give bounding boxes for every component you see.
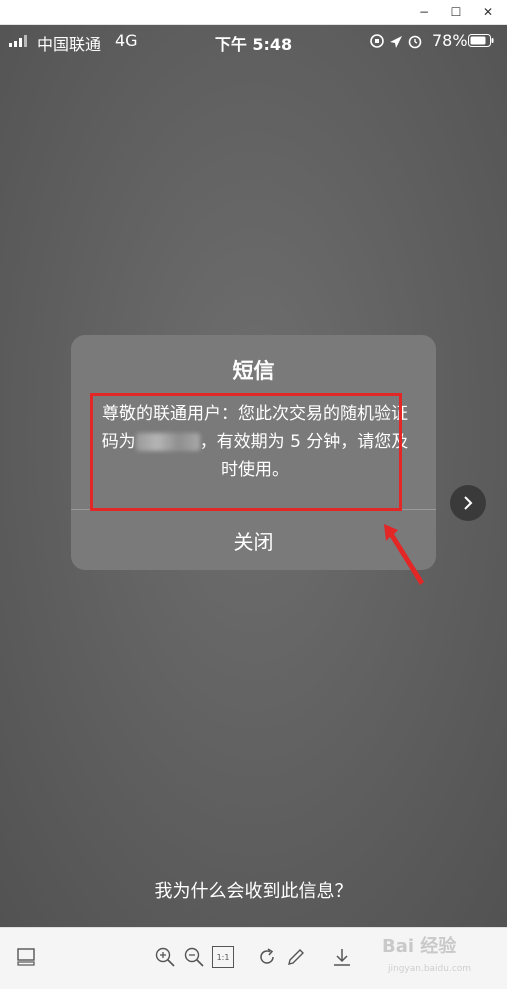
minimize-button[interactable]: −	[408, 0, 440, 24]
close-icon: ✕	[482, 5, 494, 19]
watermark-url: jingyan.baidu.com	[388, 964, 472, 974]
thumbnail-view-icon[interactable]	[15, 946, 37, 968]
battery-percent: 78%	[432, 31, 468, 50]
maximize-icon: ☐	[450, 5, 462, 19]
rotation-lock-icon	[370, 34, 384, 48]
rotate-icon[interactable]	[256, 946, 278, 968]
location-icon	[390, 36, 402, 48]
zoom-out-icon[interactable]	[183, 946, 205, 968]
next-arrow-button[interactable]	[450, 485, 486, 521]
window-titlebar: − ☐ ✕	[0, 0, 507, 25]
download-icon[interactable]	[331, 946, 353, 968]
highlight-box	[90, 393, 402, 511]
edit-pencil-icon[interactable]	[285, 946, 307, 968]
watermark-brand: Bai 经验	[382, 936, 457, 957]
zoom-in-icon[interactable]	[154, 946, 176, 968]
baidu-jingyan-watermark: Bai 经验 jingyan.baidu.com	[382, 932, 504, 982]
status-icons	[370, 34, 422, 49]
minimize-icon: −	[418, 5, 430, 19]
annotation-arrow-icon	[384, 524, 424, 585]
why-received-link[interactable]: 我为什么会收到此信息？	[0, 877, 507, 903]
status-bar: 中国联通 4G 下午 5:48 78%	[0, 25, 507, 57]
chevron-right-icon	[464, 496, 473, 510]
alarm-icon	[408, 35, 422, 49]
close-window-button[interactable]: ✕	[472, 0, 504, 24]
battery-icon	[468, 34, 494, 47]
actual-size-button[interactable]: 1:1	[212, 946, 234, 968]
dialog-title: 短信	[232, 359, 275, 383]
maximize-button[interactable]: ☐	[440, 0, 472, 24]
